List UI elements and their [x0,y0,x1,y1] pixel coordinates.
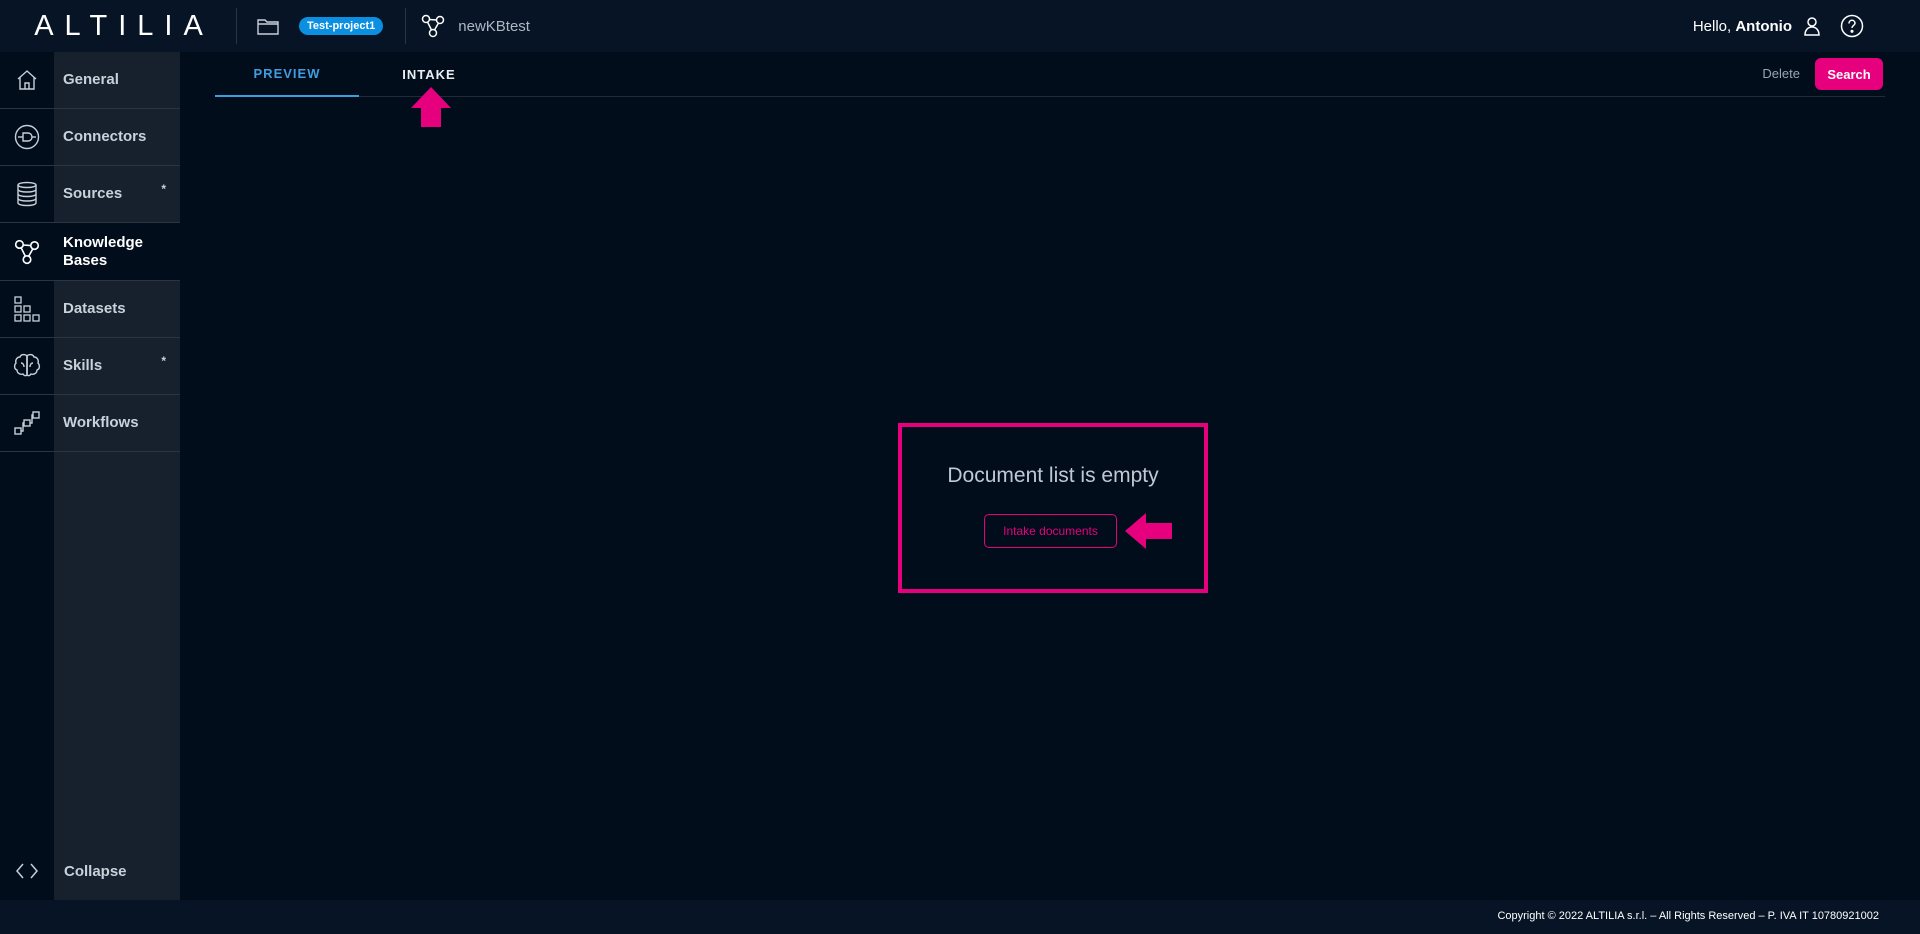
altilia-logo[interactable]: ALTILIA [0,0,236,52]
greeting-text: Hello, [1692,17,1732,35]
sidebar-item-knowledge-bases[interactable]: Knowledge Bases [0,223,180,281]
copyright-text: Copyright © 2022 ALTILIA s.r.l. – All Ri… [1497,910,1879,922]
sidebar: General Connectors Sources * Knowledge B… [0,52,180,900]
brain-icon [0,338,54,394]
arrow-up-icon [411,87,451,127]
sidebar-item-label: Knowledge Bases [63,233,144,269]
sidebar-item-label: Sources [63,185,123,202]
user-greeting: Hello, Antonio [1693,18,1792,35]
project-badge[interactable]: Test-project1 [299,17,384,35]
intake-documents-button[interactable]: Intake documents [984,514,1117,548]
grid-icon [0,281,54,337]
empty-state-highlight: Document list is empty Intake documents [898,423,1208,593]
home-icon [0,52,54,108]
workflow-icon [0,395,54,451]
project-selector[interactable]: Test-project1 [257,14,405,38]
sidebar-item-skills[interactable]: Skills * [0,338,180,395]
arrow-left-icon [1125,513,1172,549]
footer: Copyright © 2022 ALTILIA s.r.l. – All Ri… [0,900,1920,934]
sidebar-item-label: Skills [63,357,103,374]
graph-icon [0,223,54,280]
sidebar-item-datasets[interactable]: Datasets [0,281,180,338]
collapse-label: Collapse [64,862,127,880]
top-bar: ALTILIA Test-project1 newKBtest Hello, A… [0,0,1920,52]
skills-marker: * [161,354,166,368]
tab-bar: PREVIEW INTAKE [215,52,1885,97]
sidebar-item-label: General [63,71,119,88]
kb-name: newKBtest [458,17,530,35]
sidebar-item-workflows[interactable]: Workflows [0,395,180,452]
delete-button[interactable]: Delete [1762,58,1800,90]
folder-icon[interactable] [257,14,281,38]
connector-icon [0,109,54,165]
sidebar-item-connectors[interactable]: Connectors [0,109,180,166]
sources-marker: * [161,182,166,196]
help-icon[interactable] [1840,14,1864,38]
sidebar-item-label: Connectors [63,128,147,145]
user-icon[interactable] [1802,16,1822,36]
database-icon [0,166,54,222]
code-brackets-icon [0,861,54,881]
sidebar-item-label: Datasets [63,300,126,317]
sidebar-item-sources[interactable]: Sources * [0,166,180,223]
header-divider [405,8,407,44]
sidebar-item-label: Workflows [63,414,139,431]
user-name: Antonio [1735,17,1792,35]
search-button[interactable]: Search [1815,58,1883,90]
graph-icon [420,13,446,39]
collapse-button[interactable]: Collapse [0,842,180,900]
sidebar-item-general[interactable]: General [0,52,180,109]
header-divider [236,8,237,44]
empty-message: Document list is empty [947,464,1159,487]
kb-selector[interactable]: newKBtest [420,13,530,39]
tab-preview[interactable]: PREVIEW [215,52,359,97]
